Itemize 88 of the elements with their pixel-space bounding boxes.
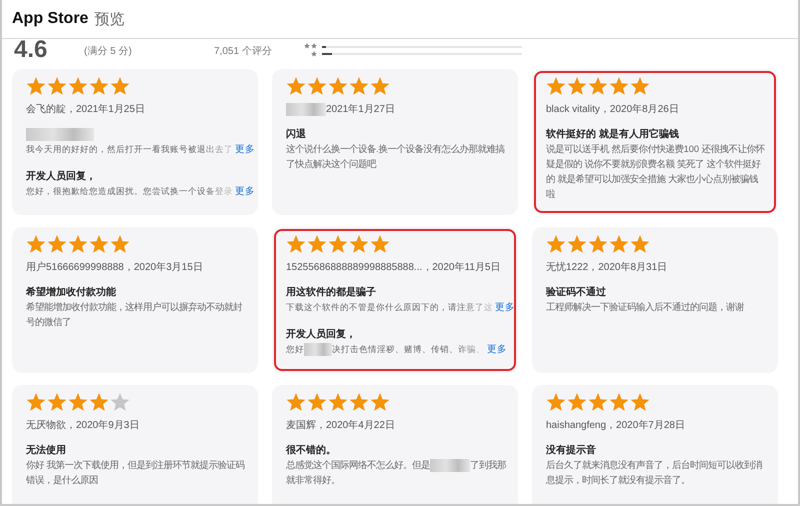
reply-text: 您好 决打击色情淫秽、赌博、传销、诈骗、 bbox=[286, 342, 485, 357]
rating-count: 7,051 个评分 bbox=[214, 45, 273, 58]
review-author-date: black vitality，2020年8月26日 bbox=[546, 103, 680, 117]
star-icon bbox=[630, 77, 650, 96]
review-title: 验证码不通过 bbox=[546, 286, 607, 300]
review-author-date: 麦国辉，2020年4月22日 bbox=[286, 418, 396, 433]
review-title: 用这软件的都是骗子 bbox=[286, 285, 377, 300]
star-icon bbox=[567, 77, 587, 96]
review-text: 希望能增加收付款功能，这样用户可以摒弃动不动就封号的微信了 bbox=[26, 301, 243, 329]
star-icon bbox=[47, 393, 67, 412]
review-author-date: 无厌物欲，2020年9月3日 bbox=[26, 419, 140, 433]
star-icon bbox=[328, 235, 348, 254]
app-store-title: App Store bbox=[12, 10, 88, 28]
star-icon bbox=[370, 393, 390, 412]
review-title: 很不错的。 bbox=[286, 444, 337, 458]
star-icon bbox=[567, 235, 587, 254]
star-icon bbox=[307, 77, 327, 96]
star-icon bbox=[286, 235, 306, 254]
star-icon bbox=[588, 235, 608, 254]
star-icon bbox=[68, 393, 88, 412]
rating-score: 4.6 bbox=[14, 39, 48, 61]
star-icon bbox=[630, 393, 650, 412]
more-link[interactable]: 更多 bbox=[235, 143, 255, 156]
review-author-date: 用户51666699998888，2020年3月15日 bbox=[26, 260, 204, 275]
review-text: 这个说什么换一个设备.换一个设备没有怎么办那就难搞了快点解决这个问题吧 bbox=[286, 143, 506, 171]
star-icon bbox=[89, 393, 109, 412]
star-icon bbox=[349, 393, 369, 412]
star-icon bbox=[68, 235, 88, 254]
review-author-date: 15255686888889998885888...，2020年11月5日 bbox=[286, 261, 502, 275]
star-icon bbox=[370, 77, 390, 96]
star-icon bbox=[588, 77, 608, 96]
review-text: 说是可以送手机 然后要你付快递费100 还很拽不让你怀疑是假的 说你不要就别浪费名额 笑死了 这个软件挺好的 就是希望可以加强安全措施 大家也小心点别被骗钱啦 bbox=[546, 143, 766, 201]
star-icon bbox=[546, 393, 566, 412]
star-icon bbox=[546, 235, 566, 254]
review-title: 希望增加收付款功能 bbox=[26, 286, 117, 300]
redacted-blur bbox=[26, 128, 94, 141]
review-author-date: haishangfeng，2020年7月28日 bbox=[546, 419, 686, 433]
star-icon bbox=[110, 235, 130, 254]
more-link[interactable]: 更多 bbox=[487, 343, 507, 356]
review-author-date: 2021年1月27日 bbox=[286, 102, 506, 117]
star-icon bbox=[609, 393, 629, 412]
star-icon bbox=[349, 235, 369, 254]
rating-scale: (满分 5 分) bbox=[84, 44, 133, 58]
review-title: 无法使用 bbox=[26, 444, 67, 458]
star-icon bbox=[609, 77, 629, 96]
review-title: 闪退 bbox=[286, 128, 307, 142]
review-text: 总感觉这个国际网络不怎么好。但是 了到我那就非常得好。 bbox=[286, 458, 506, 487]
redacted-blur bbox=[430, 459, 470, 472]
star-icon bbox=[307, 393, 327, 412]
redacted-blur bbox=[286, 103, 326, 116]
star-icon bbox=[328, 393, 348, 412]
preview-label: 预览 bbox=[94, 10, 124, 28]
review-author-date: 无忧1222，2020年8月31日 bbox=[546, 260, 668, 275]
review-text: 下载这个软件的不管是你什么原因下的，请注意了这 bbox=[286, 301, 493, 314]
review-author-date: 会飞的靛，2021年1月25日 bbox=[26, 103, 146, 117]
redacted-blur bbox=[304, 343, 332, 356]
more-link[interactable]: 更多 bbox=[495, 301, 515, 314]
star-icon bbox=[609, 235, 629, 254]
star-icon bbox=[47, 77, 67, 96]
star-icon bbox=[567, 393, 587, 412]
star-icon bbox=[89, 235, 109, 254]
star-icon bbox=[89, 77, 109, 96]
star-icon bbox=[286, 77, 306, 96]
more-link[interactable]: 更多 bbox=[235, 185, 255, 198]
star-icon bbox=[546, 77, 566, 96]
review-text: 我今天用的好好的，然后打开一看我账号被退出去了 bbox=[26, 143, 233, 156]
star-icon bbox=[370, 235, 390, 254]
star-icon bbox=[26, 235, 46, 254]
star-icon bbox=[349, 77, 369, 96]
star-icon bbox=[47, 235, 67, 254]
star-icon bbox=[110, 77, 130, 96]
review-text: 工程师解决一下验证码输入后不通过的问题，谢谢 bbox=[546, 301, 746, 314]
review-text: 你好 我第一次下载使用，但是到注册环节就提示验证码错误，是什么原因 bbox=[26, 459, 246, 487]
review-title: 没有提示音 bbox=[546, 443, 597, 458]
review-text: 后台久了就来消息没有声音了，后台时间短可以收到消息提示，时间长了就没有提示音了。 bbox=[546, 459, 763, 487]
star-icon bbox=[286, 393, 306, 412]
star-icon bbox=[68, 77, 88, 96]
star-icon bbox=[26, 393, 46, 412]
star-icon bbox=[328, 77, 348, 96]
star-icon bbox=[630, 235, 650, 254]
star-icon bbox=[588, 393, 608, 412]
star-icon bbox=[26, 77, 46, 96]
reply-title: 开发人员回复， bbox=[286, 328, 357, 342]
review-title: 软件挺好的 就是有人用它骗钱 bbox=[546, 127, 680, 142]
star-icon bbox=[110, 393, 130, 412]
reply-title: 开发人员回复， bbox=[26, 170, 97, 184]
star-icon bbox=[307, 235, 327, 254]
reply-text: 您好，很抱歉给您造成困扰。您尝试换一个设备登录 bbox=[26, 185, 233, 198]
